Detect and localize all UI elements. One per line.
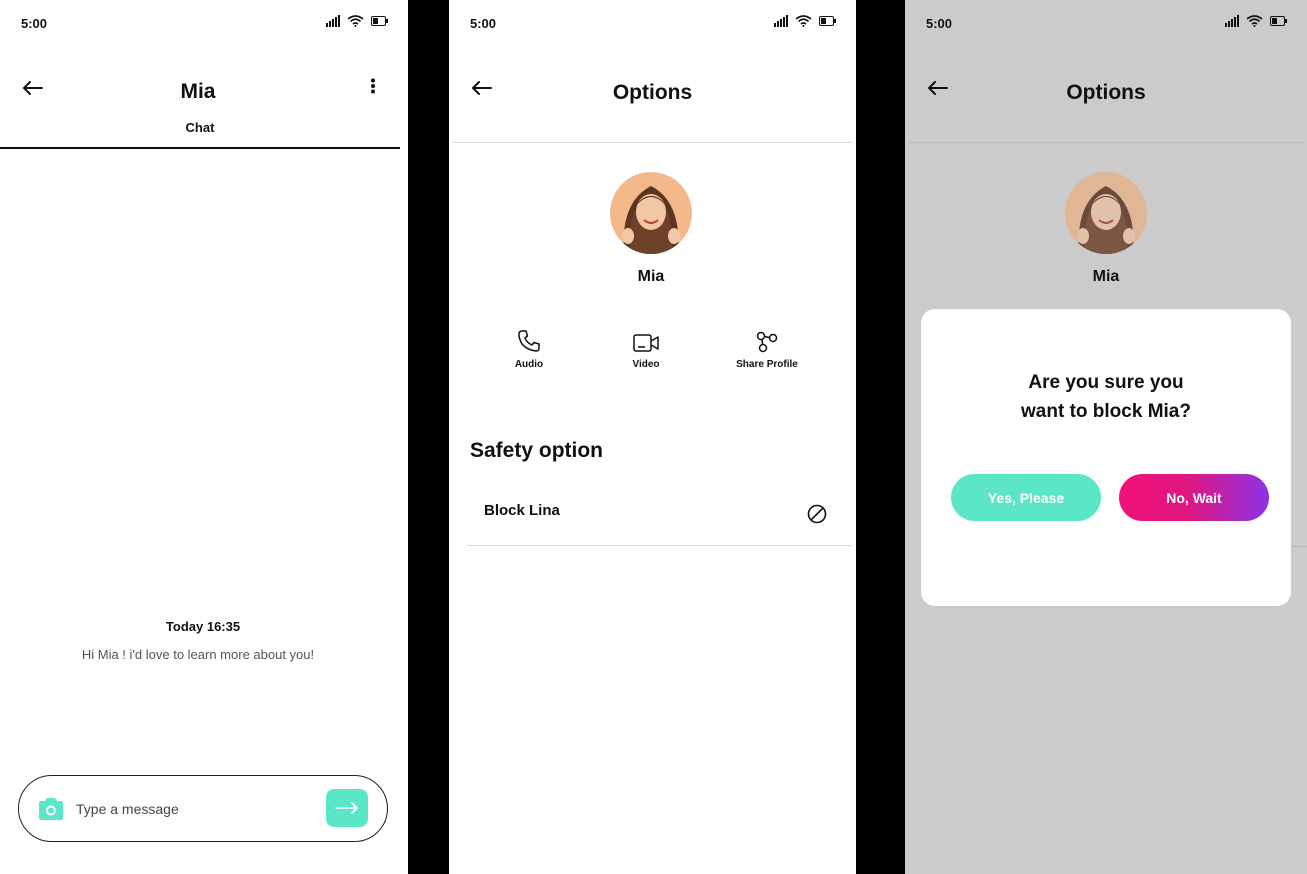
avatar — [610, 172, 692, 254]
options-screen: 5:00 Options Mia Audio Video Share Profi… — [449, 0, 856, 874]
row-divider — [1290, 546, 1307, 547]
battery-icon — [371, 16, 388, 26]
camera-button[interactable] — [37, 796, 65, 822]
chat-title: Mia — [180, 80, 216, 103]
status-time: 5:00 — [926, 16, 953, 31]
camera-icon — [39, 798, 63, 820]
status-time: 5:00 — [470, 16, 497, 31]
safety-section-title: Safety option — [470, 439, 604, 462]
header-divider — [453, 142, 852, 143]
confirm-yes-button[interactable]: Yes, Please — [951, 474, 1101, 521]
more-vert-icon — [371, 78, 375, 94]
status-time: 5:00 — [21, 16, 48, 31]
status-bar: 5:00 — [449, 0, 856, 46]
signal-icon — [326, 15, 340, 27]
share-profile-button[interactable]: Share Profile — [722, 323, 812, 370]
status-icons — [774, 15, 836, 27]
signal-icon — [774, 15, 788, 27]
battery-icon — [1270, 16, 1287, 26]
tab-chat[interactable]: Chat — [0, 120, 400, 135]
phone-icon — [518, 330, 540, 352]
dialog-question-line2: want to block Mia? — [1021, 401, 1191, 422]
status-icons — [326, 15, 388, 27]
audio-button[interactable]: Audio — [484, 323, 574, 370]
signal-icon — [1225, 15, 1239, 27]
more-options-button[interactable] — [362, 74, 384, 98]
header-divider — [909, 142, 1303, 143]
wifi-icon — [795, 15, 812, 27]
send-button[interactable] — [326, 789, 368, 827]
share-icon — [756, 331, 778, 353]
message-input[interactable] — [76, 797, 316, 821]
battery-icon — [819, 16, 836, 26]
avatar — [1065, 172, 1147, 254]
block-label: Block Lina — [484, 502, 560, 519]
confirm-dialog: Are you sure you want to block Mia? Yes,… — [921, 309, 1291, 606]
wifi-icon — [347, 15, 364, 27]
page-title: Options — [612, 81, 693, 104]
message-timestamp: Today 16:35 — [165, 619, 241, 634]
video-icon — [633, 334, 659, 352]
share-profile-label: Share Profile — [736, 359, 798, 370]
tab-underline — [0, 147, 400, 149]
wifi-icon — [1246, 15, 1263, 27]
message-text: Hi Mia ! i'd love to learn more about yo… — [81, 647, 315, 662]
video-button[interactable]: Video — [601, 323, 691, 370]
profile-name: Mia — [1092, 268, 1120, 285]
audio-label: Audio — [514, 359, 544, 370]
dialog-question: Are you sure you want to block Mia? — [921, 368, 1291, 426]
message-composer — [18, 775, 388, 842]
page-title: Options — [1066, 81, 1146, 104]
confirm-no-button[interactable]: No, Wait — [1119, 474, 1269, 521]
send-arrow-icon — [335, 802, 358, 814]
block-user-row[interactable]: Block Lina — [467, 487, 852, 546]
confirm-block-screen: 5:00 Options Mia Are you sure you want t… — [905, 0, 1307, 874]
status-bar: 5:00 — [905, 0, 1307, 46]
video-label: Video — [632, 359, 660, 370]
dialog-question-line1: Are you sure you — [1028, 372, 1184, 393]
block-icon — [807, 504, 827, 524]
profile-name: Mia — [637, 268, 665, 285]
status-bar: 5:00 — [0, 0, 408, 46]
status-icons — [1225, 15, 1287, 27]
chat-screen: 5:00 Mia Chat Today 16:35 Hi Mia ! i'd l… — [0, 0, 408, 874]
